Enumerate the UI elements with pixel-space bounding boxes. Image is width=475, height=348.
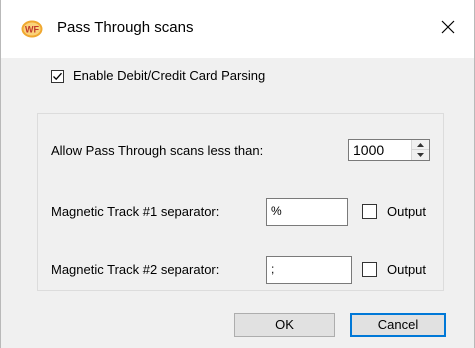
dialog-window: WF Pass Through scans Enable Debit/Credi…: [0, 0, 475, 348]
track2-output-checkbox[interactable]: [362, 262, 377, 277]
enable-parsing-checkbox[interactable]: [51, 70, 64, 83]
stepper-down-button[interactable]: [412, 150, 429, 160]
track2-separator-input[interactable]: ;: [266, 256, 352, 284]
ok-button[interactable]: OK: [234, 313, 335, 337]
track1-output-label[interactable]: Output: [387, 204, 426, 219]
track1-separator-label: Magnetic Track #1 separator:: [51, 204, 220, 219]
track2-separator-label: Magnetic Track #2 separator:: [51, 262, 220, 277]
track1-separator-input[interactable]: %: [266, 198, 348, 226]
enable-parsing-label[interactable]: Enable Debit/Credit Card Parsing: [73, 68, 265, 83]
svg-text:WF: WF: [25, 25, 39, 35]
cancel-button[interactable]: Cancel: [350, 313, 446, 337]
threshold-stepper[interactable]: [411, 140, 429, 160]
wf-logo-icon: WF: [21, 20, 43, 38]
title-bar: WF Pass Through scans: [1, 0, 474, 58]
stepper-up-button[interactable]: [412, 140, 429, 150]
track1-output-checkbox[interactable]: [362, 204, 377, 219]
threshold-label: Allow Pass Through scans less than:: [51, 143, 264, 158]
dialog-title: Pass Through scans: [57, 19, 194, 36]
close-button[interactable]: [427, 8, 471, 48]
track2-output-label[interactable]: Output: [387, 262, 426, 277]
